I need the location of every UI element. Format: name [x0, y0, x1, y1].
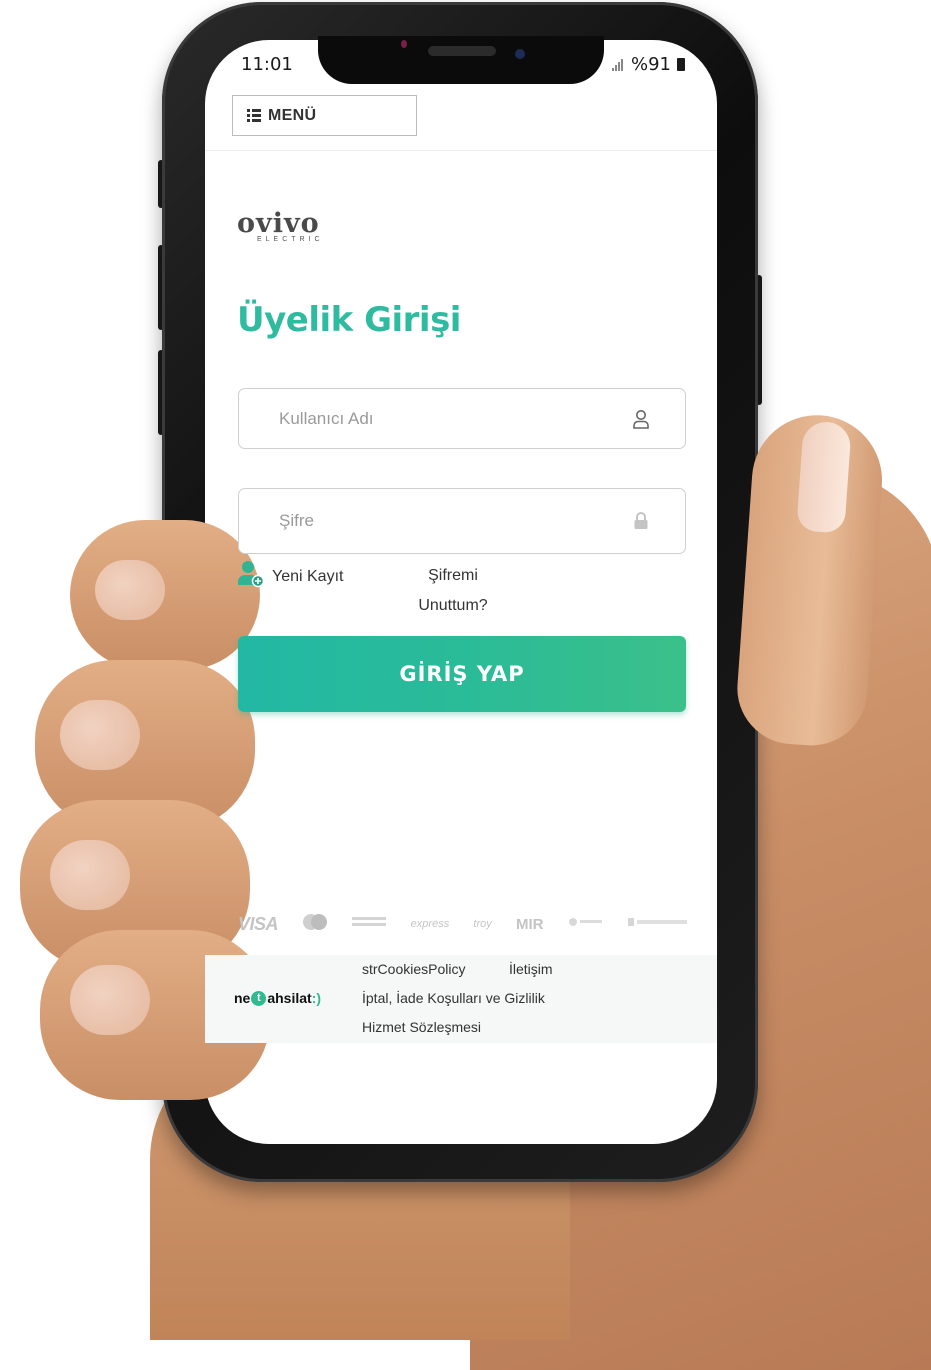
- service-agreement-link[interactable]: Hizmet Sözleşmesi: [362, 1019, 481, 1035]
- ovivo-logo[interactable]: ovivo ELECTRIC: [237, 208, 341, 246]
- status-indicators: %91: [612, 54, 686, 75]
- fingertip-4: [70, 965, 150, 1035]
- notch: [318, 36, 604, 84]
- nettahsilat-smile: :): [311, 990, 322, 1006]
- forgot-password-link[interactable]: Şifremi Unuttum?: [412, 561, 494, 621]
- username-field-wrapper: [238, 388, 686, 449]
- fingertip-1: [95, 560, 165, 620]
- signup-label: Yeni Kayıt: [272, 567, 344, 585]
- payment-logos: VISA express troy MIR: [238, 910, 688, 938]
- signup-link[interactable]: Yeni Kayıt: [238, 560, 343, 593]
- troy-logo: troy: [473, 918, 492, 930]
- fingertip-3: [50, 840, 130, 910]
- bank-card-icon: [568, 915, 604, 934]
- login-button[interactable]: GİRİŞ YAP: [238, 636, 686, 712]
- lock-icon: [627, 507, 655, 535]
- mastercard-icon: [302, 913, 328, 936]
- page-title: Üyelik Girişi: [237, 300, 461, 340]
- cookies-policy-link[interactable]: strCookiesPolicy: [362, 961, 465, 977]
- contact-link[interactable]: İletişim: [509, 961, 553, 977]
- fingertip-2: [60, 700, 140, 770]
- amex-icon: [352, 915, 387, 934]
- list-icon: [247, 109, 261, 122]
- earpiece-speaker: [428, 46, 496, 56]
- password-field-wrapper: [238, 488, 686, 554]
- cancellation-policy-link[interactable]: İptal, İade Koşulları ve Gizlilik: [362, 990, 545, 1006]
- visa-logo: VISA: [238, 913, 279, 934]
- status-time: 11:01: [241, 54, 293, 75]
- battery-icon: [677, 58, 686, 71]
- username-input[interactable]: [239, 388, 627, 449]
- menu-label: MENÜ: [268, 106, 317, 124]
- battery-percent: %91: [631, 54, 672, 75]
- nettahsilat-pre: ne: [234, 990, 251, 1006]
- nettahsilat-badge: t: [251, 990, 267, 1006]
- menu-button[interactable]: MENÜ: [232, 95, 417, 136]
- thumb-nail: [796, 420, 852, 534]
- nettahsilat-post: ahsilat: [267, 990, 312, 1006]
- user-icon: [627, 405, 655, 433]
- nettahsilat-logo[interactable]: ne t ahsilat:): [234, 990, 321, 1006]
- express-logo: express: [410, 918, 450, 930]
- front-camera: [515, 49, 525, 59]
- add-user-icon: [238, 560, 265, 593]
- logo-wordmark: ovivo: [237, 208, 320, 239]
- signal-icon: [612, 58, 623, 71]
- bank-logo-icon: [627, 915, 688, 933]
- password-input[interactable]: [239, 488, 627, 554]
- mir-logo: MIR: [515, 915, 544, 933]
- sensor-dot: [401, 40, 407, 48]
